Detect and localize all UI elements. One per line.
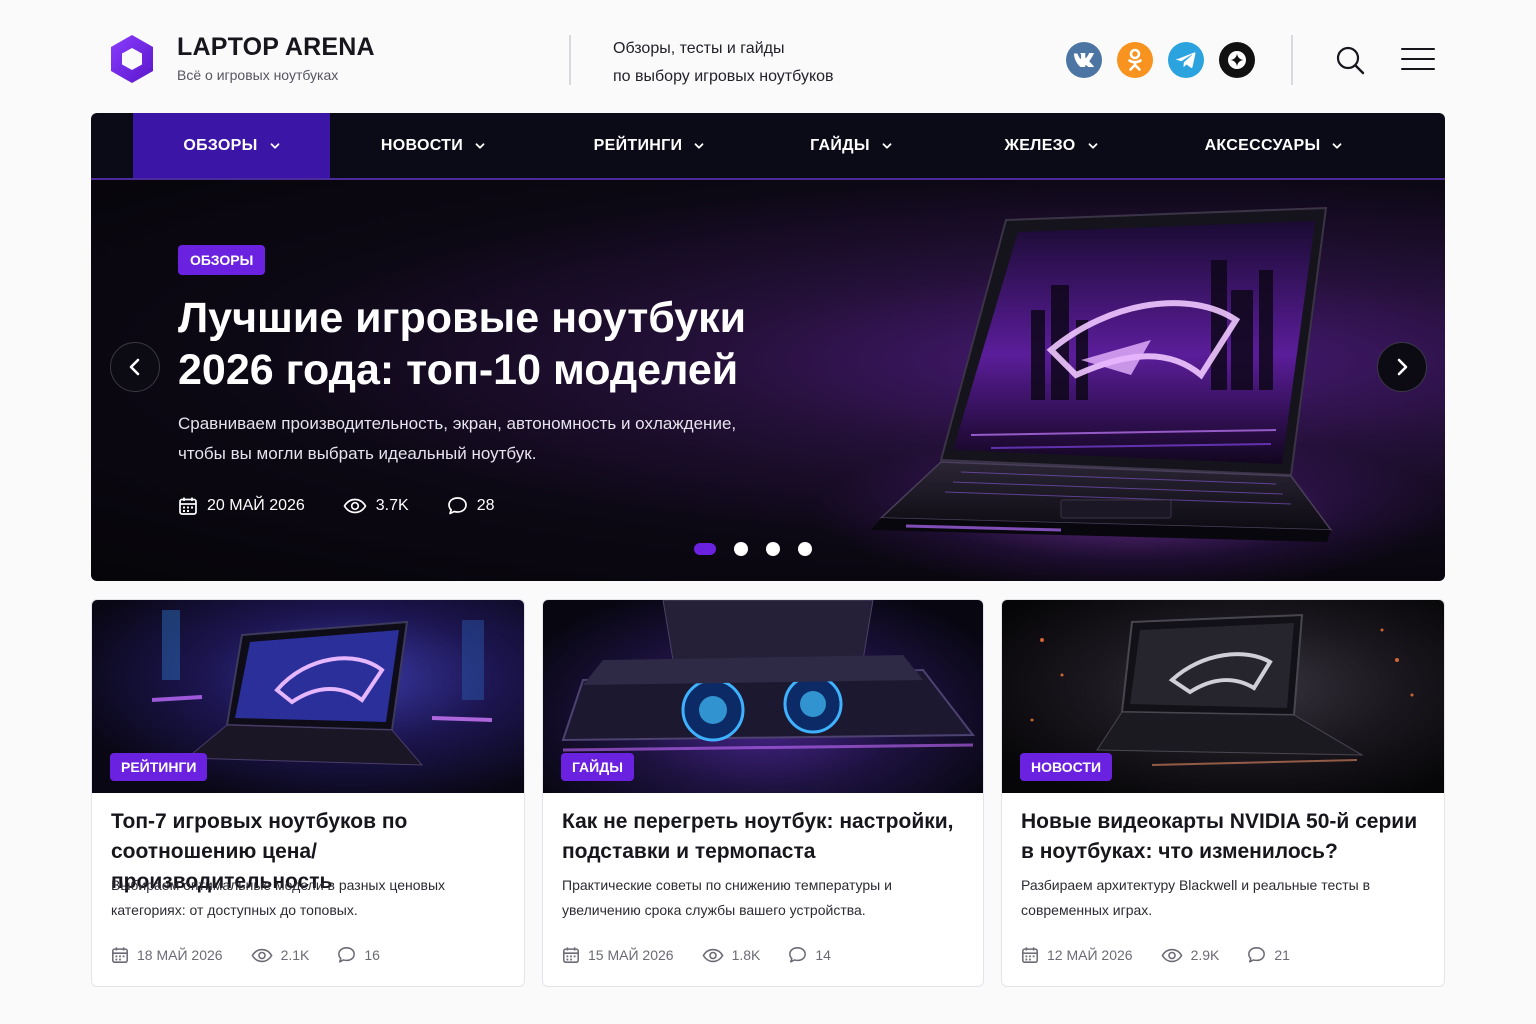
eye-icon xyxy=(251,948,273,962)
chevron-down-icon xyxy=(270,142,279,149)
card-meta: 18 МАЙ 2026 2.1K 16 xyxy=(111,946,408,964)
header-divider xyxy=(569,35,571,85)
tagline-line-1: Обзоры, тесты и гайды xyxy=(613,40,785,57)
dzen-icon[interactable] xyxy=(1219,42,1255,78)
article-card[interactable]: НОВОСТИ Новые видеокарты NVIDIA 50-й сер… xyxy=(1001,599,1445,987)
card-category-badge[interactable]: НОВОСТИ xyxy=(1020,753,1113,781)
calendar-icon xyxy=(1022,947,1038,963)
hero-date-text: 20 МАЙ 2026 xyxy=(207,497,305,514)
eye-icon xyxy=(1161,948,1183,962)
card-views-text: 2.1K xyxy=(280,947,310,963)
slider-dot[interactable] xyxy=(798,542,812,556)
card-views-text: 2.9K xyxy=(1190,947,1220,963)
card-comments[interactable]: 21 xyxy=(1247,946,1290,964)
hero-views: 3.7K xyxy=(343,497,409,515)
slider-next-button[interactable] xyxy=(1377,342,1427,392)
hero-meta: 20 МАЙ 2026 3.7K 28 xyxy=(178,496,533,516)
card-date: 12 МАЙ 2026 xyxy=(1021,946,1133,964)
card-views-text: 1.8K xyxy=(731,947,761,963)
hero-views-text: 3.7K xyxy=(375,497,409,514)
card-comments-text: 21 xyxy=(1274,947,1290,963)
nav-item-label: ОБЗОРЫ xyxy=(183,136,258,154)
comment-icon xyxy=(789,947,807,963)
hero-slider[interactable]: ОБЗОРЫ Лучшие игровые ноутбуки 2026 года… xyxy=(91,180,1445,581)
card-views: 2.9K xyxy=(1161,947,1220,963)
nav-item-ratings[interactable]: РЕЙТИНГИ xyxy=(559,113,739,178)
hero-laptop-image xyxy=(871,206,1333,542)
calendar-icon xyxy=(112,947,128,963)
hero-title[interactable]: Лучшие игровые ноутбуки 2026 года: топ-1… xyxy=(178,292,818,396)
card-date-text: 18 МАЙ 2026 xyxy=(137,947,223,963)
comment-icon xyxy=(1248,947,1266,963)
nav-item-guides[interactable]: ГАЙДЫ xyxy=(776,113,926,178)
hero-date: 20 МАЙ 2026 xyxy=(178,496,305,516)
nav-item-label: НОВОСТИ xyxy=(380,136,464,154)
search-icon[interactable] xyxy=(1333,43,1367,77)
main-navigation: ОБЗОРЫ НОВОСТИ РЕЙТИНГИ ГАЙДЫ ЖЕЛЕЗО АКС… xyxy=(91,113,1445,180)
card-comments[interactable]: 16 xyxy=(337,946,380,964)
card-meta: 15 МАЙ 2026 1.8K 14 xyxy=(562,946,859,964)
nav-item-label: АКСЕССУАРЫ xyxy=(1204,136,1321,154)
chevron-down-icon xyxy=(694,142,704,149)
tagline-line-2: по выбору игровых ноутбуков xyxy=(613,68,834,85)
brand-subtitle: Всё о игровых ноутбуках xyxy=(177,67,339,83)
menu-hamburger-icon[interactable] xyxy=(1401,48,1435,72)
card-comments[interactable]: 14 xyxy=(788,946,831,964)
card-title[interactable]: Новые видеокарты NVIDIA 50-й серии в ноу… xyxy=(1021,807,1432,867)
card-views: 1.8K xyxy=(702,947,761,963)
card-date: 15 МАЙ 2026 xyxy=(562,946,674,964)
nav-item-label: ГАЙДЫ xyxy=(810,136,870,154)
telegram-icon[interactable] xyxy=(1168,42,1204,78)
card-category-badge[interactable]: ГАЙДЫ xyxy=(561,753,634,781)
card-category-badge[interactable]: РЕЙТИНГИ xyxy=(110,753,208,781)
comment-icon xyxy=(338,947,356,963)
header-tagline: Обзоры, тесты и гайды по выбору игровых … xyxy=(613,35,834,91)
nav-item-hardware[interactable]: ЖЕЛЕЗО xyxy=(971,113,1131,178)
card-date: 18 МАЙ 2026 xyxy=(111,946,223,964)
chevron-right-icon xyxy=(1397,358,1408,376)
chevron-down-icon xyxy=(1088,142,1097,149)
calendar-icon xyxy=(563,947,579,963)
slider-dots xyxy=(694,542,812,556)
slider-prev-button[interactable] xyxy=(110,342,160,392)
vk-icon[interactable] xyxy=(1066,42,1102,78)
card-meta: 12 МАЙ 2026 2.9K 21 xyxy=(1021,946,1318,964)
eye-icon xyxy=(702,948,724,962)
nav-item-label: ЖЕЛЕЗО xyxy=(1004,136,1076,154)
hero-comments[interactable]: 28 xyxy=(447,496,495,516)
card-comments-text: 16 xyxy=(364,947,380,963)
article-card[interactable]: ГАЙДЫ Как не перегреть ноутбук: настройк… xyxy=(542,599,984,987)
chevron-down-icon xyxy=(882,142,892,149)
nav-item-accessories[interactable]: АКСЕССУАРЫ xyxy=(1181,113,1366,178)
hero-comments-text: 28 xyxy=(476,497,495,514)
odnoklassniki-icon[interactable] xyxy=(1117,42,1153,78)
chevron-down-icon xyxy=(475,142,485,149)
slider-dot[interactable] xyxy=(734,542,748,556)
brand-title[interactable]: LAPTOP ARENA xyxy=(177,33,375,62)
card-date-text: 12 МАЙ 2026 xyxy=(1047,947,1133,963)
nav-item-label: РЕЙТИНГИ xyxy=(593,136,683,154)
nav-item-reviews[interactable]: ОБЗОРЫ xyxy=(133,113,330,178)
slider-dot-active[interactable] xyxy=(694,543,716,555)
card-date-text: 15 МАЙ 2026 xyxy=(588,947,674,963)
chevron-down-icon xyxy=(1333,142,1342,149)
header-divider-right xyxy=(1291,35,1293,85)
article-card[interactable]: РЕЙТИНГИ Топ-7 игровых ноутбуков по соот… xyxy=(91,599,525,987)
comment-icon xyxy=(447,497,467,515)
logo-hexagon-icon[interactable] xyxy=(106,33,158,85)
chevron-left-icon xyxy=(129,358,140,376)
card-description: Выбираем оптимальные модели в разных цен… xyxy=(111,877,446,918)
calendar-icon xyxy=(179,497,197,515)
eye-icon xyxy=(343,498,367,514)
nav-item-news[interactable]: НОВОСТИ xyxy=(353,113,513,178)
card-description: Разбираем архитектуру Blackwell и реальн… xyxy=(1021,877,1371,918)
card-description: Практические советы по снижению температ… xyxy=(562,877,892,918)
card-title[interactable]: Как не перегреть ноутбук: настройки, под… xyxy=(562,807,971,867)
site-header: LAPTOP ARENA Всё о игровых ноутбуках Обз… xyxy=(0,0,1536,112)
hero-description: Сравниваем производительность, экран, ав… xyxy=(178,414,737,463)
card-comments-text: 14 xyxy=(815,947,831,963)
hero-category-badge[interactable]: ОБЗОРЫ xyxy=(178,245,266,275)
card-views: 2.1K xyxy=(251,947,310,963)
slider-dot[interactable] xyxy=(766,542,780,556)
